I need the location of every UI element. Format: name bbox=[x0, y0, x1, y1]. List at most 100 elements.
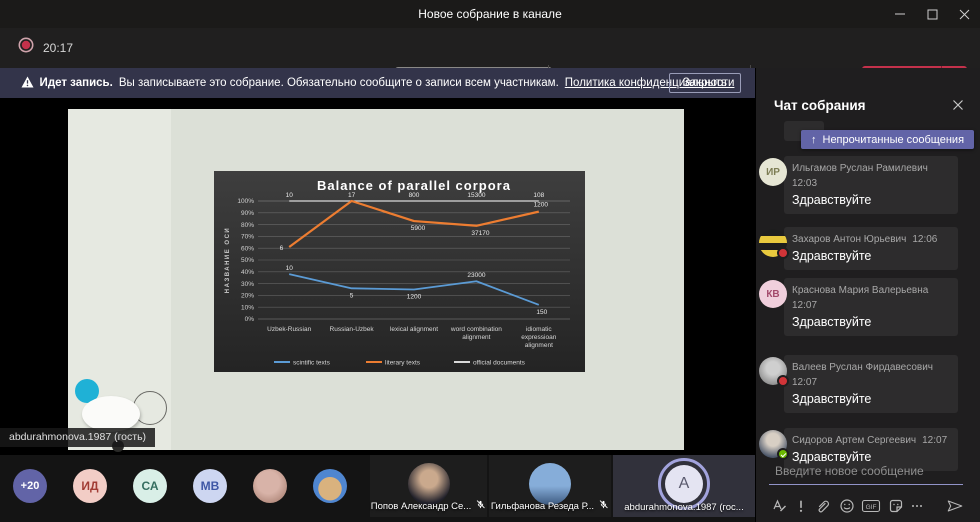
svg-text:word combination: word combination bbox=[450, 326, 502, 333]
sender-name: Краснова Мария Валерьевна bbox=[792, 283, 928, 298]
banner-text: Вы записываете это собрание. Обязательно… bbox=[119, 77, 559, 89]
svg-text:10: 10 bbox=[286, 265, 294, 272]
sender-name: Ильгамов Руслан Рамилевич bbox=[792, 161, 928, 176]
bottom-participants-strip: +20 ИД СА МВ Попов Александр Се... Гильф… bbox=[0, 455, 755, 522]
participant-avatar-photo-1[interactable] bbox=[253, 469, 287, 503]
svg-text:800: 800 bbox=[409, 192, 420, 199]
message-time: 12:07 bbox=[792, 375, 817, 390]
svg-text:100%: 100% bbox=[237, 198, 254, 205]
svg-text:40%: 40% bbox=[241, 269, 254, 276]
shared-screen-stage: Balance of parallel corpora0%10%20%30%40… bbox=[0, 98, 755, 455]
video-tile-abdurahmonova-active-speaker[interactable]: A abdurahmonova.1987 (гос... bbox=[613, 455, 755, 517]
svg-text:alignment: alignment bbox=[525, 342, 553, 349]
message-bubble: Краснова Мария Валерьевна12:07 Здравству… bbox=[784, 278, 958, 336]
recording-indicator-icon bbox=[18, 37, 34, 58]
chat-message: КВ Краснова Мария Валерьевна12:07 Здравс… bbox=[756, 278, 980, 336]
minimize-button[interactable] bbox=[884, 0, 916, 28]
participant-avatar-mv[interactable]: МВ bbox=[193, 469, 227, 503]
svg-text:23000: 23000 bbox=[467, 272, 485, 279]
svg-text:37170: 37170 bbox=[471, 230, 489, 237]
send-button[interactable] bbox=[945, 496, 965, 516]
chat-message: Валеев Руслан Фирдавесович12:07 Здравств… bbox=[756, 355, 980, 413]
status-badge bbox=[777, 247, 789, 259]
recording-banner: Идет запись. Вы записываете это собрание… bbox=[0, 68, 755, 98]
avatar-initial: A bbox=[665, 465, 703, 503]
gif-label: GIF bbox=[866, 504, 877, 511]
meeting-chat-panel: Чат собрания ↑ Непрочитанные сообщения И… bbox=[755, 68, 980, 522]
chat-message-list: ИР Ильгамов Руслан Рамилевич12:03 Здравс… bbox=[756, 156, 980, 484]
participant-avatar-ca[interactable]: СА bbox=[133, 469, 167, 503]
new-message-input[interactable] bbox=[769, 460, 963, 484]
svg-text:17: 17 bbox=[348, 192, 356, 199]
svg-text:30%: 30% bbox=[241, 281, 254, 288]
emoji-button[interactable] bbox=[837, 496, 857, 516]
svg-text:15300: 15300 bbox=[467, 192, 485, 199]
new-message-field-wrap bbox=[769, 460, 963, 485]
message-time: 12:07 bbox=[922, 433, 947, 448]
message-time: 12:07 bbox=[792, 298, 817, 313]
chat-message: ИР Ильгамов Руслан Рамилевич12:03 Здравс… bbox=[756, 156, 980, 214]
chat-close-icon[interactable] bbox=[952, 98, 964, 116]
maximize-button[interactable] bbox=[916, 0, 948, 28]
compose-toolbar: GIF bbox=[769, 496, 965, 516]
svg-text:10: 10 bbox=[286, 192, 294, 199]
arrow-up-icon: ↑ bbox=[811, 134, 817, 146]
chat-message: Захаров Антон Юрьевич12:06 Здравствуйте bbox=[756, 227, 980, 270]
status-badge bbox=[777, 448, 789, 460]
format-button[interactable] bbox=[769, 496, 789, 516]
gif-button[interactable]: GIF bbox=[861, 496, 881, 516]
svg-text:0%: 0% bbox=[245, 316, 255, 323]
message-text: Здравствуйте bbox=[792, 392, 950, 406]
svg-text:Uzbek-Russian: Uzbek-Russian bbox=[267, 326, 311, 333]
svg-text:90%: 90% bbox=[241, 210, 254, 217]
svg-text:5: 5 bbox=[350, 292, 354, 299]
avatar: ИР bbox=[759, 158, 787, 186]
svg-text:5900: 5900 bbox=[411, 225, 426, 232]
attach-button[interactable] bbox=[812, 496, 832, 516]
tile-participant-name: Гильфанова Резеда Р... bbox=[491, 501, 594, 512]
call-control-bar: 20:17 Запросить управление bbox=[0, 28, 980, 68]
status-badge bbox=[777, 375, 789, 387]
svg-text:scintific texts: scintific texts bbox=[293, 360, 331, 367]
meeting-timer: 20:17 bbox=[43, 41, 73, 55]
teams-meeting-window: Новое собрание в канале 20:17 Запросить … bbox=[0, 0, 980, 522]
sticker-button[interactable] bbox=[886, 496, 906, 516]
svg-text:108: 108 bbox=[533, 192, 544, 199]
unread-messages-button[interactable]: ↑ Непрочитанные сообщения bbox=[801, 130, 974, 149]
unread-messages-label: Непрочитанные сообщения bbox=[823, 134, 965, 146]
importance-button[interactable] bbox=[791, 496, 811, 516]
tile-participant-name: Попов Александр Се... bbox=[371, 501, 471, 512]
close-button[interactable] bbox=[948, 0, 980, 28]
svg-text:10%: 10% bbox=[241, 304, 254, 311]
banner-bold-text: Идет запись. bbox=[40, 77, 113, 89]
svg-text:80%: 80% bbox=[241, 222, 254, 229]
svg-text:НАЗВАНИЕ ОСИ: НАЗВАНИЕ ОСИ bbox=[225, 227, 231, 293]
video-tile-popov[interactable]: Попов Александр Се... bbox=[370, 455, 487, 517]
message-text: Здравствуйте bbox=[792, 249, 950, 263]
svg-text:60%: 60% bbox=[241, 245, 254, 252]
compose-more-button[interactable] bbox=[907, 496, 927, 516]
chat-header-title: Чат собрания bbox=[774, 98, 866, 113]
participant-avatar-photo-2[interactable] bbox=[313, 469, 347, 503]
message-text: Здравствуйте bbox=[792, 315, 950, 329]
svg-text:20%: 20% bbox=[241, 293, 254, 300]
message-text: Здравствуйте bbox=[792, 193, 950, 207]
message-time: 12:06 bbox=[912, 232, 937, 247]
message-bubble: Валеев Руслан Фирдавесович12:07 Здравств… bbox=[784, 355, 958, 413]
mic-muted-icon bbox=[598, 499, 609, 513]
banner-close-button[interactable]: Закрыть bbox=[669, 73, 741, 93]
svg-text:idiomatic: idiomatic bbox=[526, 326, 552, 333]
sender-name: Сидоров Артем Сергеевич bbox=[792, 433, 916, 448]
overflow-participants-avatar[interactable]: +20 bbox=[13, 469, 47, 503]
avatar: КВ bbox=[759, 280, 787, 308]
participant-avatar-id[interactable]: ИД bbox=[73, 469, 107, 503]
slide-decoration-white-ellipse bbox=[82, 396, 140, 432]
svg-text:expressioan: expressioan bbox=[521, 334, 556, 341]
presenter-name-label: abdurahmonova.1987 (гость) bbox=[0, 428, 155, 447]
avatar bbox=[759, 357, 787, 385]
video-tile-gilfanova[interactable]: Гильфанова Резеда Р... bbox=[489, 455, 611, 517]
balance-chart: Balance of parallel corpora0%10%20%30%40… bbox=[214, 171, 585, 372]
svg-text:1200: 1200 bbox=[534, 202, 549, 209]
svg-text:6: 6 bbox=[280, 245, 284, 252]
svg-text:alignment: alignment bbox=[462, 334, 490, 341]
